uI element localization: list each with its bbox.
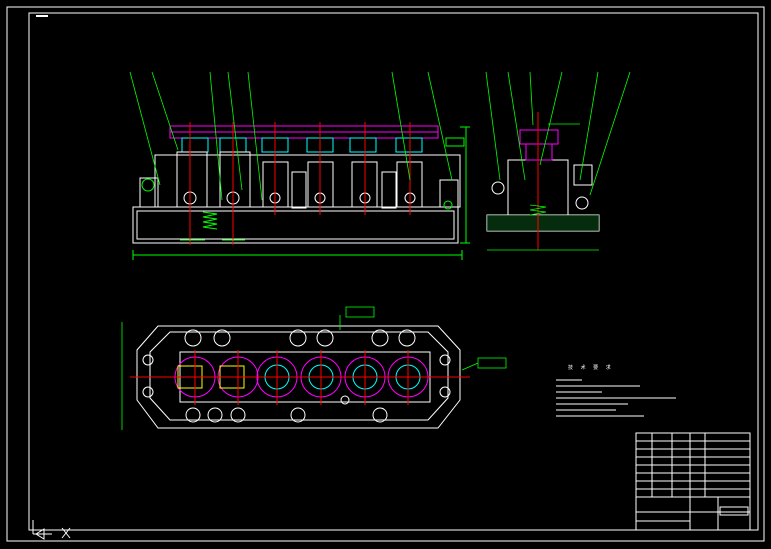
sheet-frame (6, 6, 765, 542)
technical-notes (556, 379, 676, 417)
side-view (485, 71, 631, 251)
technical-notes-heading: 技 术 要 求 (568, 365, 614, 371)
title-block (635, 432, 751, 531)
hatch-region (487, 215, 599, 231)
front-view (129, 71, 470, 260)
top-view (121, 306, 507, 430)
cad-drawing-canvas (6, 6, 765, 542)
